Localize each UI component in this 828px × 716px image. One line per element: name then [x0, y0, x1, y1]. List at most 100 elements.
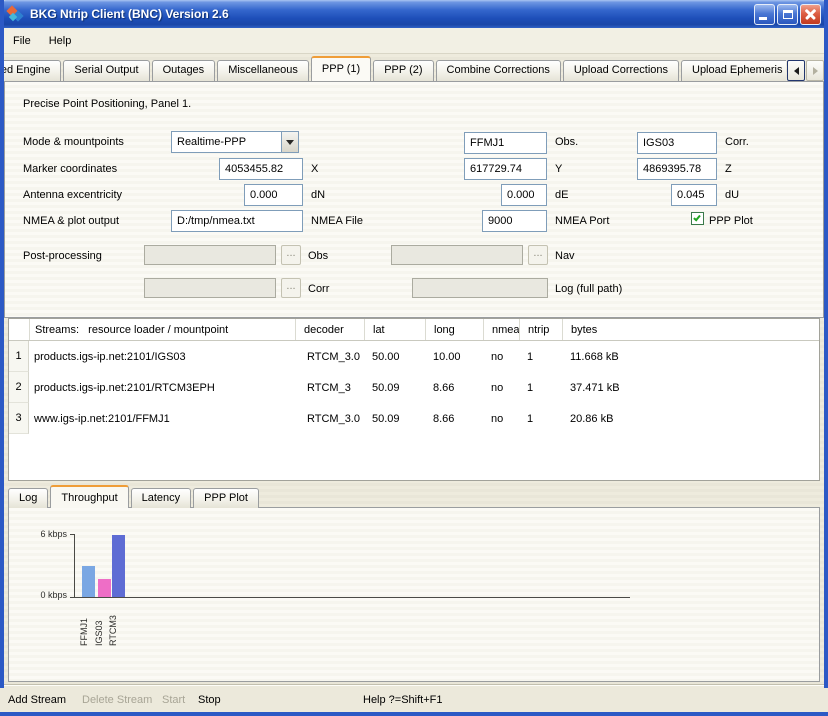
mode-label: Mode & mountpoints [23, 136, 124, 148]
obs-mountpoint-field[interactable] [464, 132, 547, 154]
bnc-window: BKG Ntrip Client (BNC) Version 2.6 File … [0, 0, 828, 716]
table-row[interactable]: 1 products.igs-ip.net:2101/IGS03 RTCM_3.… [9, 341, 819, 372]
ppp-plot-checkbox[interactable] [691, 212, 704, 225]
chevron-right-icon [813, 67, 818, 75]
header-mountpoint: Streams: resource loader / mountpoint [29, 319, 295, 340]
bar-rtcm3 [112, 535, 125, 597]
du-label: dU [725, 189, 739, 201]
add-stream-button[interactable]: Add Stream [8, 694, 66, 706]
header-long: long [425, 319, 483, 340]
tab-ppp-2[interactable]: PPP (2) [373, 60, 433, 81]
cell-bytes: 11.668 kB [562, 341, 819, 372]
cell-decoder: RTCM_3 [295, 372, 364, 403]
marker-x-field[interactable] [219, 158, 303, 180]
close-button[interactable] [800, 4, 821, 25]
window-border [0, 712, 828, 716]
cell-long: 10.00 [425, 341, 483, 372]
maximize-button[interactable] [777, 4, 798, 25]
tab-combine-corrections[interactable]: Combine Corrections [436, 60, 561, 81]
corr-label: Corr. [725, 136, 749, 148]
post-obs-label: Obs [308, 250, 328, 262]
bar-igs03 [98, 579, 111, 597]
post-corr-field [144, 278, 276, 298]
nmea-file-field[interactable] [171, 210, 303, 232]
tab-serial-output[interactable]: Serial Output [63, 60, 149, 81]
tab-throughput[interactable]: Throughput [50, 485, 128, 508]
tab-upload-ephemeris[interactable]: Upload Ephemeris [681, 60, 786, 81]
dropdown-button[interactable] [281, 132, 298, 152]
post-nav-label: Nav [555, 250, 575, 262]
main-tab-bar: Feed Engine Serial Output Outages Miscel… [4, 56, 786, 81]
x-label: X [311, 163, 318, 175]
obs-label: Obs. [555, 136, 578, 148]
post-nav-field [391, 245, 523, 265]
stop-button[interactable]: Stop [198, 694, 221, 706]
mode-dropdown[interactable]: Realtime-PPP [171, 131, 299, 153]
title-bar: BKG Ntrip Client (BNC) Version 2.6 [0, 0, 828, 28]
chevron-left-icon [794, 67, 799, 75]
table-row[interactable]: 3 www.igs-ip.net:2101/FFMJ1 RTCM_3.0 50.… [9, 403, 819, 434]
cell-decoder: RTCM_3.0 [295, 403, 364, 434]
tab-ppp-1[interactable]: PPP (1) [311, 56, 371, 81]
row-number: 1 [9, 341, 29, 372]
tab-miscellaneous[interactable]: Miscellaneous [217, 60, 309, 81]
cell-lat: 50.09 [364, 372, 425, 403]
tab-upload-corrections[interactable]: Upload Corrections [563, 60, 679, 81]
minimize-button[interactable] [754, 4, 775, 25]
post-nav-browse-button: ... [528, 245, 548, 265]
nmea-port-label: NMEA Port [555, 215, 609, 227]
marker-y-field[interactable] [464, 158, 547, 180]
panel-heading: Precise Point Positioning, Panel 1. [23, 98, 191, 110]
header-gutter [9, 319, 29, 340]
bottom-tab-bar: Log Throughput Latency PPP Plot [8, 485, 261, 508]
chart-axes [74, 534, 630, 598]
post-corr-browse-button: ... [281, 278, 301, 298]
tab-feed-engine[interactable]: Feed Engine [4, 60, 61, 81]
cell-mountpoint: products.igs-ip.net:2101/IGS03 [29, 341, 295, 372]
minimize-icon [759, 17, 767, 20]
marker-z-field[interactable] [637, 158, 717, 180]
tab-outages[interactable]: Outages [152, 60, 216, 81]
header-nmea: nmea [483, 319, 519, 340]
post-processing-label: Post-processing [23, 250, 102, 262]
z-label: Z [725, 163, 732, 175]
post-log-label: Log (full path) [555, 283, 622, 295]
cell-lat: 50.09 [364, 403, 425, 434]
menu-file[interactable]: File [4, 31, 40, 51]
mode-value: Realtime-PPP [172, 136, 281, 148]
corr-mountpoint-field[interactable] [637, 132, 717, 154]
menu-help[interactable]: Help [40, 31, 81, 51]
tab-ppp-plot[interactable]: PPP Plot [193, 488, 259, 508]
table-row[interactable]: 2 products.igs-ip.net:2101/RTCM3EPH RTCM… [9, 372, 819, 403]
tab-latency[interactable]: Latency [131, 488, 192, 508]
footer-bar: Add Stream Delete Stream Start Stop Help… [4, 686, 824, 712]
cell-long: 8.66 [425, 372, 483, 403]
de-label: dE [555, 189, 568, 201]
y-tick-top: 6 kbps [25, 529, 67, 539]
x-label-ffmj1: FFMJ1 [78, 604, 90, 646]
cell-decoder: RTCM_3.0 [295, 341, 364, 372]
tab-scroll-left-button[interactable] [787, 60, 805, 81]
antenna-dn-field[interactable] [244, 184, 303, 206]
antenna-de-field[interactable] [501, 184, 547, 206]
app-icon [7, 5, 25, 23]
cell-nmea: no [483, 341, 519, 372]
tab-scroll-right-button [806, 60, 824, 81]
y-tick-bottom: 0 kbps [25, 590, 67, 600]
ppp-plot-label: PPP Plot [709, 215, 753, 227]
tab-log[interactable]: Log [8, 488, 48, 508]
help-button[interactable]: Help ?=Shift+F1 [363, 694, 443, 706]
antenna-label: Antenna excentricity [23, 189, 122, 201]
chevron-down-icon [286, 140, 294, 145]
antenna-du-field[interactable] [671, 184, 717, 206]
header-bytes: bytes [562, 319, 819, 340]
post-obs-field [144, 245, 276, 265]
window-title: BKG Ntrip Client (BNC) Version 2.6 [30, 7, 229, 21]
cell-ntrip: 1 [519, 403, 562, 434]
row-number: 3 [9, 403, 29, 434]
nmea-port-field[interactable] [482, 210, 547, 232]
ppp-panel: Precise Point Positioning, Panel 1. Mode… [4, 81, 824, 318]
cell-bytes: 20.86 kB [562, 403, 819, 434]
streams-table-header: Streams: resource loader / mountpoint de… [9, 319, 819, 341]
bar-ffmj1 [82, 566, 95, 598]
